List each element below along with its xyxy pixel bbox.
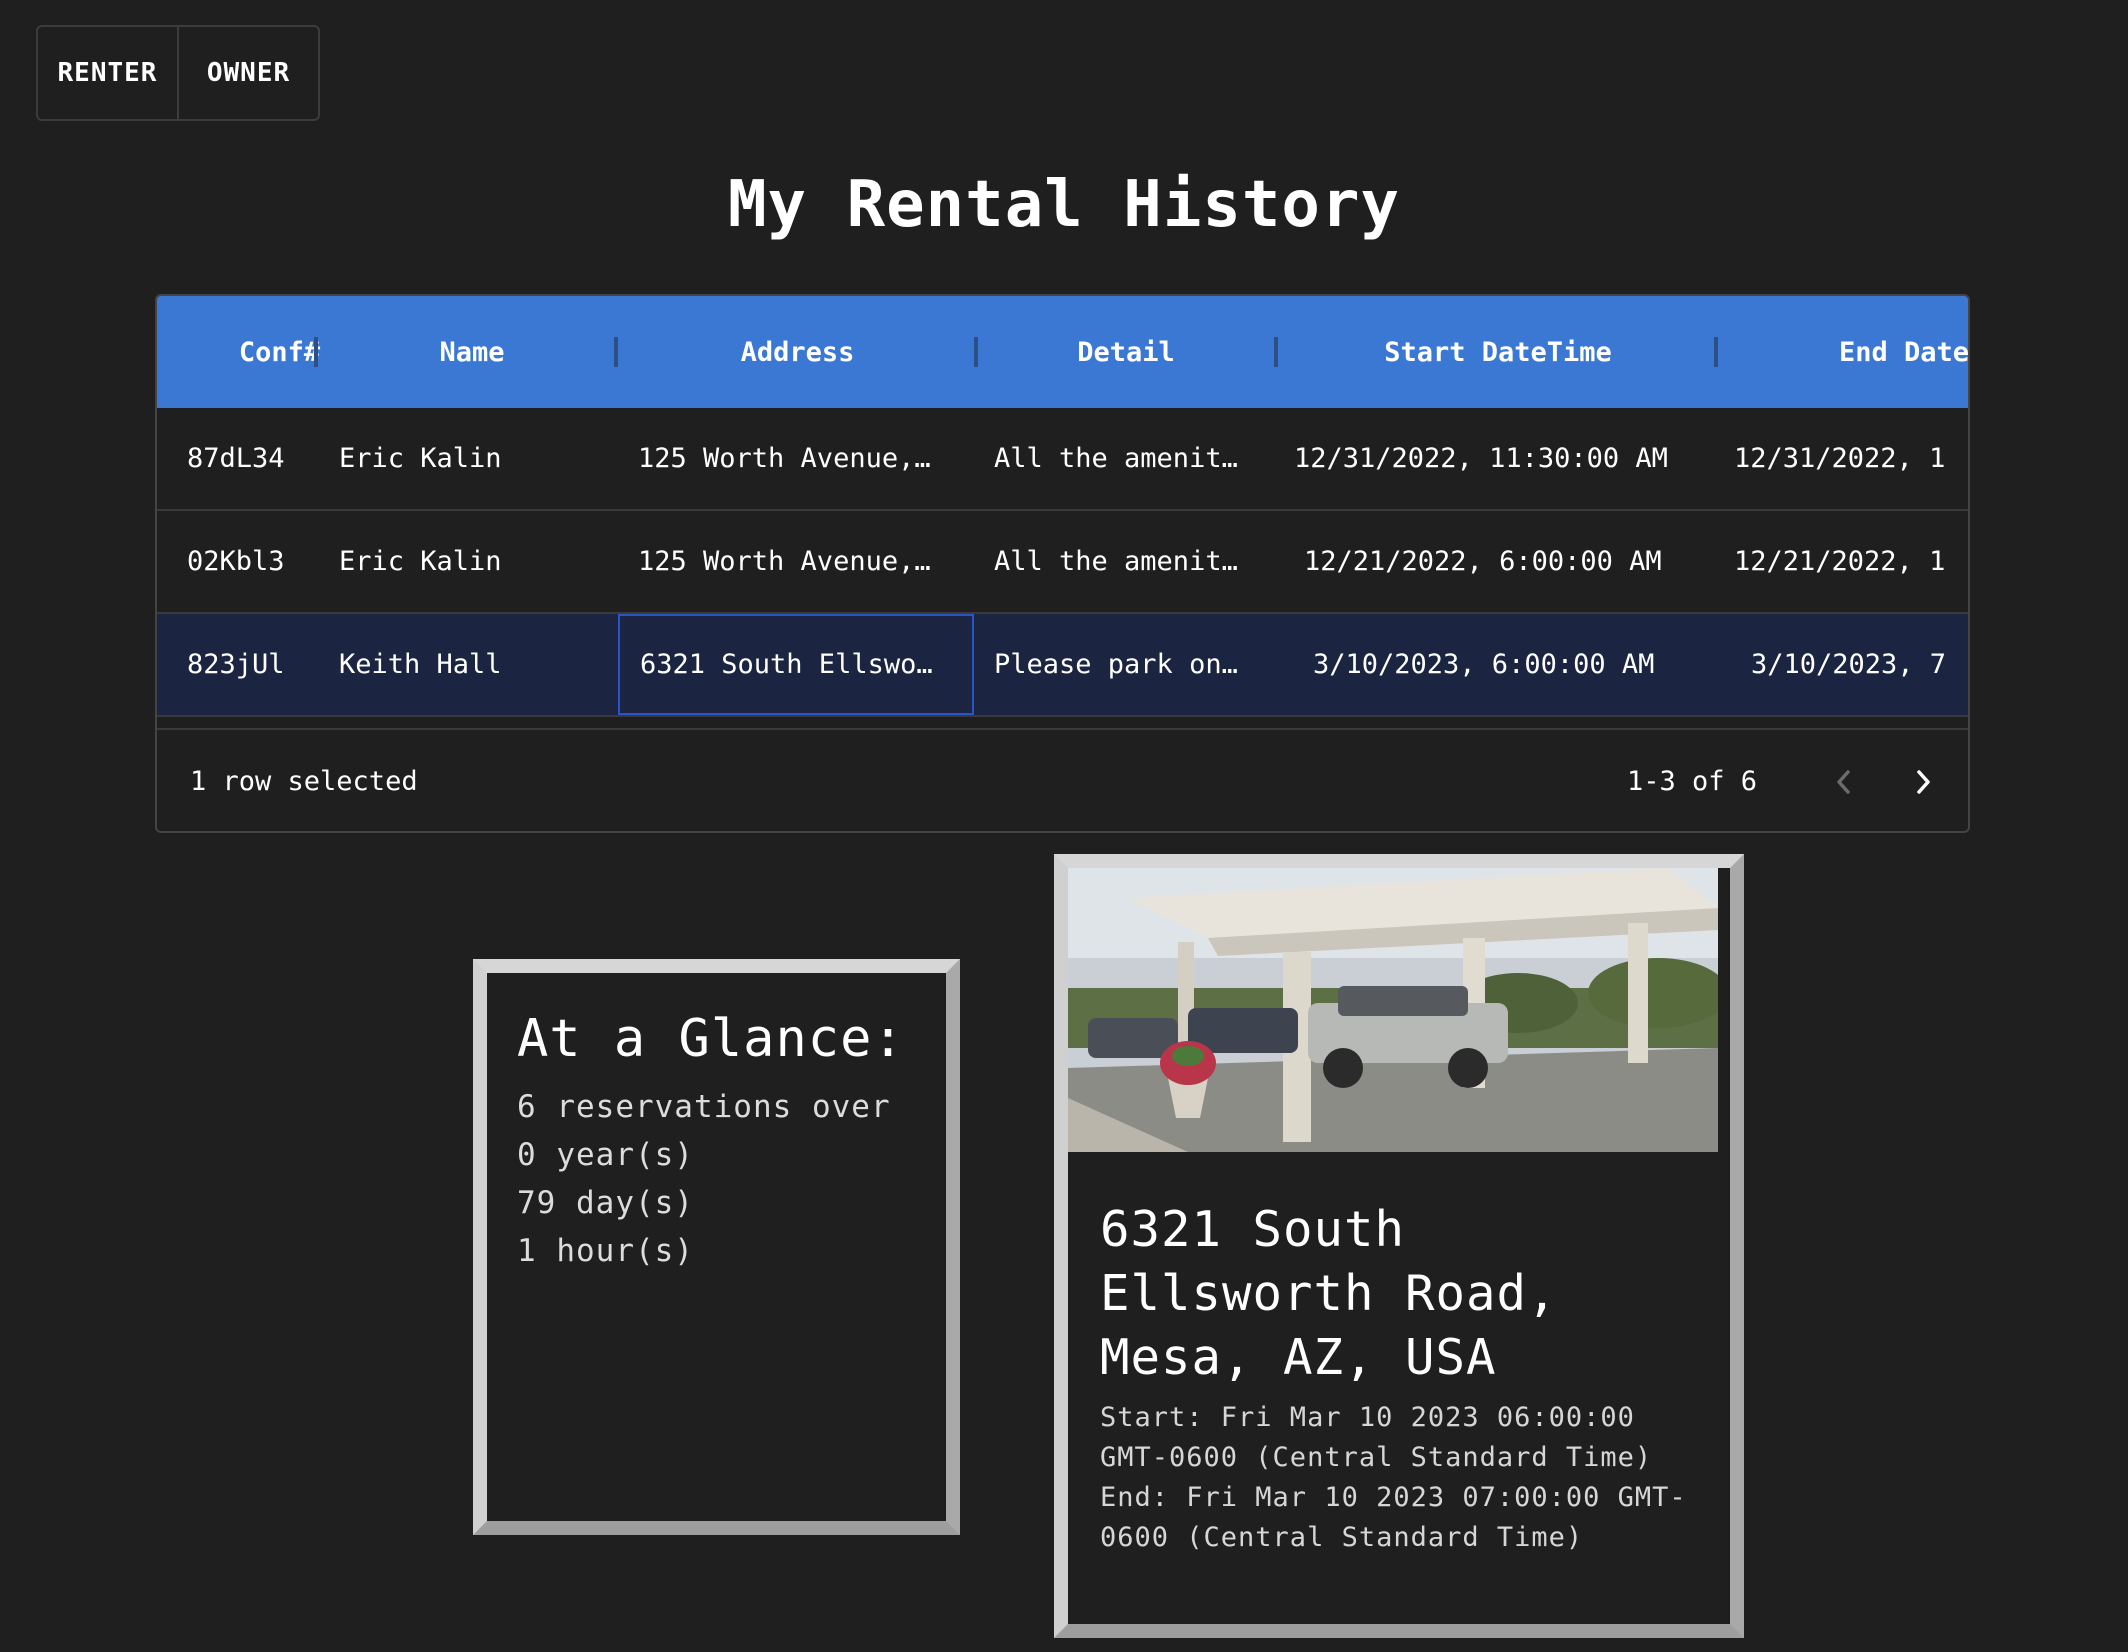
grid-header: Conf# Name Address Detail Start DateTime… xyxy=(157,296,1968,408)
cell-end[interactable]: 3/10/2023, 7 xyxy=(1731,614,1968,715)
owner-button[interactable]: OWNER xyxy=(177,27,318,119)
cell-conf[interactable]: 823jUl xyxy=(167,614,317,715)
detail-start: Start: Fri Mar 10 2023 06:00:00 GMT-0600… xyxy=(1100,1402,1653,1473)
cell-address[interactable]: 125 Worth Avenue,… xyxy=(618,511,974,612)
glance-days: 79 day(s) xyxy=(517,1185,694,1221)
detail-address: 6321 South Ellsworth Road, Mesa, AZ, USA xyxy=(1100,1201,1558,1386)
column-header-end[interactable]: End Date xyxy=(1839,296,1968,408)
detail-times: Start: Fri Mar 10 2023 06:00:00 GMT-0600… xyxy=(1100,1398,1710,1558)
column-separator[interactable] xyxy=(314,337,318,367)
next-page-button[interactable] xyxy=(1893,730,1953,831)
glance-stats: 6 reservations over 0 year(s) 79 day(s) … xyxy=(517,1083,891,1275)
cell-detail[interactable]: All the amenit… xyxy=(974,511,1274,612)
grid-footer: 1 row selected 1-3 of 6 xyxy=(157,728,1968,831)
cell-detail[interactable]: All the amenit… xyxy=(974,408,1274,509)
glance-years: 0 year(s) xyxy=(517,1137,694,1173)
selected-row-count: 1 row selected xyxy=(190,766,418,797)
column-separator[interactable] xyxy=(1714,337,1718,367)
chevron-right-icon xyxy=(1917,769,1930,794)
page-title: My Rental History xyxy=(727,168,1401,242)
pagination-label: 1-3 of 6 xyxy=(1627,766,1758,797)
cell-address[interactable]: 125 Worth Avenue,… xyxy=(618,408,974,509)
rental-detail-card: 6321 South Ellsworth Road, Mesa, AZ, USA… xyxy=(1054,854,1744,1638)
column-header-start[interactable]: Start DateTime xyxy=(1278,296,1718,408)
table-row[interactable]: 02Kbl3 Eric Kalin 125 Worth Avenue,… All… xyxy=(157,511,1968,614)
cell-end[interactable]: 12/31/2022, 1 xyxy=(1714,408,1968,509)
cell-start[interactable]: 3/10/2023, 6:00:00 AM xyxy=(1293,614,1714,715)
cell-name[interactable]: Eric Kalin xyxy=(319,408,619,509)
cell-conf[interactable]: 87dL34 xyxy=(167,408,317,509)
rental-history-grid: Conf# Name Address Detail Start DateTime… xyxy=(155,294,1970,833)
glance-title: At a Glance: xyxy=(517,1009,905,1069)
column-header-address[interactable]: Address xyxy=(620,296,975,408)
cell-end[interactable]: 12/21/2022, 1 xyxy=(1714,511,1968,612)
column-header-detail[interactable]: Detail xyxy=(976,296,1276,408)
cell-start[interactable]: 12/31/2022, 11:30:00 AM xyxy=(1274,408,1714,509)
detail-end: End: Fri Mar 10 2023 07:00:00 GMT-0600 (… xyxy=(1100,1482,1687,1553)
table-row-selected[interactable]: 823jUl Keith Hall 6321 South Ellswo… Ple… xyxy=(157,614,1968,717)
column-separator[interactable] xyxy=(614,337,618,367)
cell-name[interactable]: Keith Hall xyxy=(319,614,619,715)
parking-photo xyxy=(1068,868,1718,1152)
glance-reservations: 6 reservations over xyxy=(517,1089,891,1125)
table-row[interactable]: 87dL34 Eric Kalin 125 Worth Avenue,… All… xyxy=(157,408,1968,511)
chevron-left-icon xyxy=(1837,769,1850,794)
glance-hours: 1 hour(s) xyxy=(517,1233,694,1269)
cell-address-focused[interactable]: 6321 South Ellswo… xyxy=(618,614,974,715)
cell-conf[interactable]: 02Kbl3 xyxy=(167,511,317,612)
column-header-name[interactable]: Name xyxy=(322,296,622,408)
renter-button[interactable]: RENTER xyxy=(38,27,177,119)
at-a-glance-card: At a Glance: 6 reservations over 0 year(… xyxy=(473,959,960,1535)
role-toggle: RENTER OWNER xyxy=(36,25,320,121)
cell-name[interactable]: Eric Kalin xyxy=(319,511,619,612)
previous-page-button[interactable] xyxy=(1814,730,1874,831)
cell-detail[interactable]: Please park on… xyxy=(974,614,1274,715)
cell-start[interactable]: 12/21/2022, 6:00:00 AM xyxy=(1284,511,1714,612)
